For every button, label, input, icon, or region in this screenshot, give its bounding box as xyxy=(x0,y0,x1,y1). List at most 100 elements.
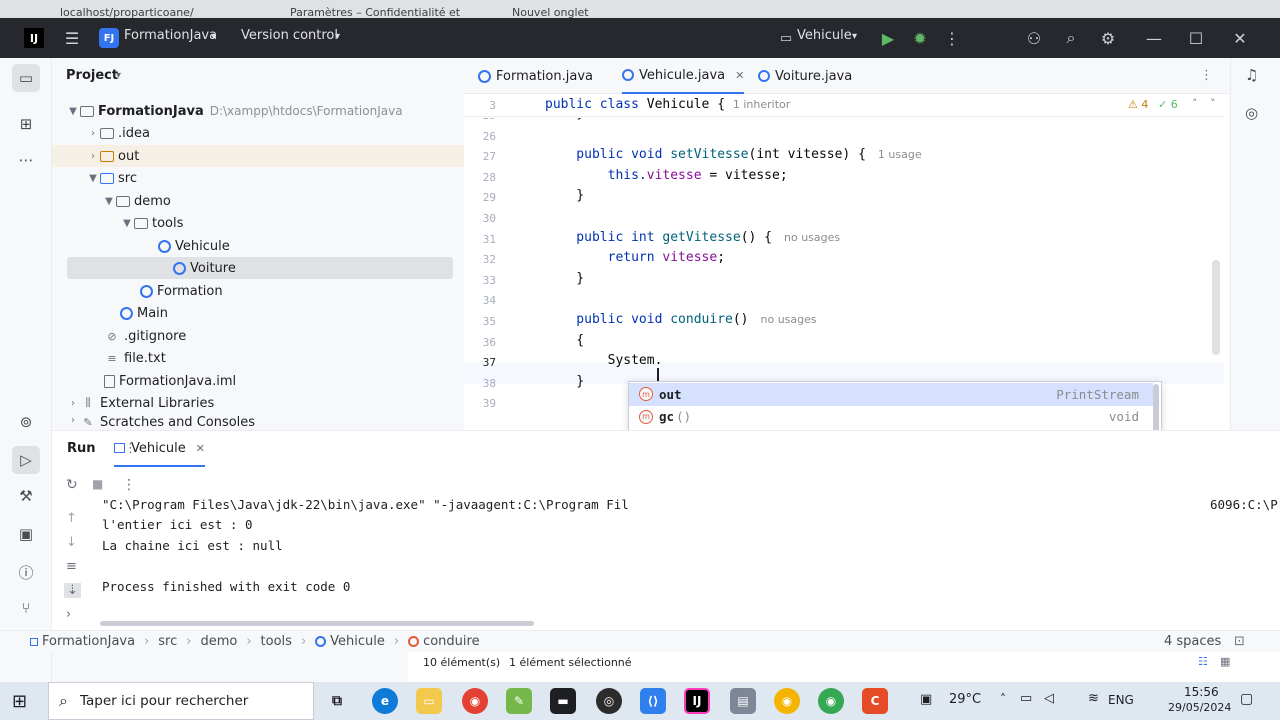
problems-icon[interactable]: ⓘ xyxy=(14,560,38,584)
weak-warning-icon[interactable]: ✓ 6 xyxy=(1158,98,1178,111)
chrome-profile-icon-2[interactable]: ◉ xyxy=(818,688,844,714)
scroll-down-icon[interactable]: ↓ xyxy=(66,535,77,550)
code-line[interactable]: } xyxy=(545,118,584,121)
run-panel-title[interactable]: Run xyxy=(67,441,96,456)
add-user-icon[interactable]: ⚇ xyxy=(1022,26,1046,50)
code-line[interactable]: return vitesse; xyxy=(545,250,725,265)
lock-icon[interactable]: ⊡ xyxy=(1234,634,1245,649)
search-icon[interactable]: ⌕ xyxy=(1059,26,1083,50)
notifications-icon[interactable]: ▢ xyxy=(1240,691,1253,707)
maximize-icon[interactable]: ☐ xyxy=(1184,26,1208,50)
chevron-down-icon[interactable]: ˅ xyxy=(1210,97,1216,110)
tree-row-idea[interactable]: › .idea xyxy=(52,122,464,144)
close-tab-icon[interactable]: ✕ xyxy=(735,69,744,82)
app-window-icon[interactable]: ▤ xyxy=(730,688,756,714)
browser-tab[interactable]: Paramètres – Confidentialité et xyxy=(290,6,460,18)
services-icon[interactable]: ⊚ xyxy=(14,410,38,434)
clock-date[interactable]: 29/05/2024 xyxy=(1168,701,1231,714)
warning-icon[interactable]: ⚠ 4 xyxy=(1128,98,1148,111)
obs-icon[interactable]: ◎ xyxy=(596,688,622,714)
chrome-profile-icon[interactable]: ◉ xyxy=(774,688,800,714)
breadcrumb-item[interactable]: Vehicule xyxy=(330,634,385,649)
terminal-icon[interactable]: ▬ xyxy=(550,688,576,714)
notifications-bell-icon[interactable]: ♫ xyxy=(1245,66,1258,84)
code-line[interactable]: public void conduire() no usages xyxy=(545,312,816,327)
ai-assistant-icon[interactable]: ◎ xyxy=(1245,104,1258,122)
details-view-icon[interactable]: ☷ xyxy=(1198,655,1208,668)
hamburger-menu-icon[interactable]: ☰ xyxy=(60,26,84,50)
tree-row-tools[interactable]: ▼ tools xyxy=(52,212,464,234)
rerun-icon[interactable]: ↻ xyxy=(66,477,78,493)
edge-browser-icon[interactable]: e xyxy=(372,688,398,714)
close-icon[interactable]: ✕ xyxy=(1228,26,1252,50)
vscode-icon[interactable]: ⟨⟩ xyxy=(640,688,666,714)
breadcrumb-item[interactable]: FormationJava xyxy=(42,634,135,649)
intellij-logo-icon[interactable]: IJ xyxy=(24,28,44,48)
task-view-icon[interactable]: ⧉ xyxy=(324,688,350,714)
chevron-up-icon[interactable]: ˄ xyxy=(1192,97,1198,110)
build-hammer-icon[interactable]: ⚒ xyxy=(14,484,38,508)
debug-icon[interactable]: ✹ xyxy=(908,26,932,50)
scroll-up-icon[interactable]: ↑ xyxy=(66,511,77,526)
scroll-to-end-icon[interactable]: ⇣ xyxy=(64,583,81,598)
git-icon[interactable]: ⑂ xyxy=(14,596,38,620)
weather-icon[interactable]: ▣ xyxy=(920,692,932,707)
input-language[interactable]: ENG xyxy=(1108,693,1134,707)
taskbar-search-box[interactable]: ⌕ Taper ici pour rechercher xyxy=(48,682,314,720)
tab-voiture-java[interactable]: Voiture.java xyxy=(758,58,852,94)
completion-item[interactable]: m out PrintStream xyxy=(629,383,1153,406)
more-icon[interactable]: ⋮ xyxy=(124,441,137,456)
terminal-icon[interactable]: ▣ xyxy=(14,522,38,546)
code-line[interactable]: } xyxy=(545,374,584,389)
structure-icon[interactable]: ⊞ xyxy=(14,112,38,136)
network-icon[interactable]: ▭ xyxy=(1020,691,1032,706)
tab-vehicule-java[interactable]: Vehicule.java ✕ xyxy=(622,58,745,94)
settings-gear-icon[interactable]: ⚙ xyxy=(1096,26,1120,50)
browser-tab[interactable]: Nouvel onglet xyxy=(512,6,589,18)
minimize-icon[interactable]: — xyxy=(1142,26,1166,50)
tree-row-formation[interactable]: Formation xyxy=(52,280,464,302)
indent-setting[interactable]: 4 spaces xyxy=(1164,634,1221,649)
tree-row-demo[interactable]: ▼ demo xyxy=(52,190,464,212)
tree-row-scratches[interactable]: › ✎ Scratches and Consoles xyxy=(52,415,464,430)
tree-row-src[interactable]: ▼ src xyxy=(52,167,464,189)
wrap-icon[interactable]: ≡ xyxy=(66,559,77,574)
editor-scrollbar[interactable] xyxy=(1212,260,1220,355)
breadcrumb-item[interactable]: conduire xyxy=(423,634,480,649)
chevron-up-icon[interactable]: ˄ xyxy=(1000,692,1006,706)
completion-item[interactable]: m gc() void xyxy=(629,406,1153,429)
usage-hint[interactable]: 1 usage xyxy=(878,148,922,161)
project-folder-icon[interactable]: ▭ xyxy=(12,64,40,92)
code-line[interactable]: public int getVitesse() {no usages xyxy=(545,230,840,245)
file-explorer-icon[interactable]: ▭ xyxy=(416,688,442,714)
wifi-icon[interactable]: ≋ xyxy=(1088,691,1099,706)
inheritor-hint[interactable]: 1 inheritor xyxy=(733,98,790,111)
breadcrumb-item[interactable]: src xyxy=(158,634,177,649)
code-line[interactable]: this.vitesse = vitesse; xyxy=(545,168,788,183)
tree-row-vehicule[interactable]: Vehicule xyxy=(52,235,464,257)
tree-row-main[interactable]: Main xyxy=(52,302,464,324)
code-line[interactable]: public void setVitesse(int vitesse) {1 u… xyxy=(545,147,922,162)
tree-row-iml[interactable]: FormationJava.iml xyxy=(52,370,464,392)
close-tab-icon[interactable]: ✕ xyxy=(196,442,205,455)
project-panel-title[interactable]: Project xyxy=(66,68,118,83)
tree-row-voiture[interactable]: Voiture xyxy=(67,257,453,279)
project-selector[interactable]: FormationJava xyxy=(124,28,217,43)
windows-start-icon[interactable]: ⊞ xyxy=(12,691,27,712)
breadcrumb-item[interactable]: tools xyxy=(261,634,292,649)
code-line[interactable]: public class Vehicule { 1 inheritor xyxy=(545,97,790,112)
tiles-view-icon[interactable]: ▦ xyxy=(1220,655,1230,668)
tree-row-filetxt[interactable]: ≡ file.txt xyxy=(52,347,464,369)
run-config-selector[interactable]: Vehicule xyxy=(797,28,852,43)
console-output[interactable]: "C:\Program Files\Java\jdk-22\bin\java.e… xyxy=(102,467,1280,631)
more-actions-icon[interactable]: ⋮ xyxy=(940,26,964,50)
breadcrumb-item[interactable]: demo xyxy=(200,634,237,649)
expand-icon[interactable]: › xyxy=(66,607,71,622)
tree-row-out[interactable]: › out xyxy=(52,145,464,167)
more-tabs-icon[interactable]: ⋮ xyxy=(1200,68,1213,83)
intellij-taskbar-icon[interactable]: IJ xyxy=(684,688,710,714)
chrome-icon[interactable]: ◉ xyxy=(462,688,488,714)
tab-formation-java[interactable]: Formation.java xyxy=(478,58,593,94)
notepad-plus-icon[interactable]: ✎ xyxy=(506,688,532,714)
vcs-selector[interactable]: Version control xyxy=(241,28,338,43)
